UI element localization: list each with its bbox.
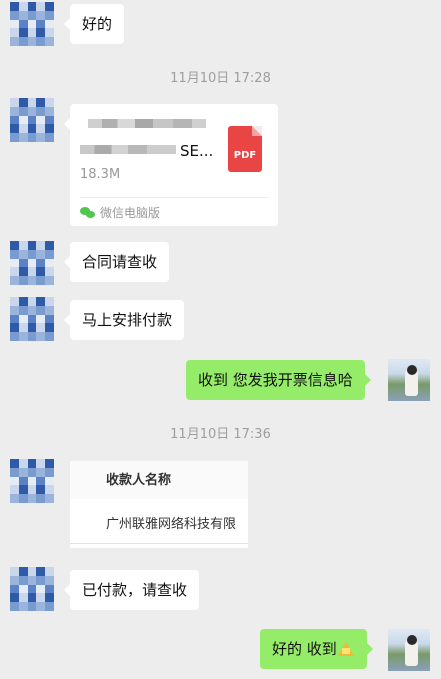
message-bubble[interactable]: 收到 您发我开票信息哈 bbox=[186, 360, 371, 400]
message-bubble[interactable]: 好的 收到 bbox=[260, 629, 373, 669]
my-avatar[interactable] bbox=[388, 359, 430, 401]
my-avatar[interactable] bbox=[388, 629, 430, 671]
message-text: 好的 bbox=[82, 15, 113, 33]
file-source-label: 微信电脑版 bbox=[100, 206, 161, 220]
divider bbox=[80, 197, 268, 198]
pdf-file-icon: PDF bbox=[228, 126, 262, 172]
file-type-label: PDF bbox=[233, 150, 257, 161]
table-cell: 广州联雅网络科技有限 bbox=[106, 517, 237, 532]
message-bubble[interactable]: 马上安排付款 bbox=[63, 300, 185, 340]
blurred-filename bbox=[88, 119, 206, 128]
wechat-icon bbox=[80, 206, 96, 219]
message-text: 好的 收到 bbox=[272, 640, 337, 658]
message-bubble[interactable]: 好的 bbox=[63, 4, 125, 44]
table-row: 收款人名称 bbox=[70, 461, 248, 499]
file-name: SE... bbox=[180, 142, 214, 160]
avatar-mosaic bbox=[10, 98, 54, 142]
contact-avatar[interactable] bbox=[10, 98, 54, 142]
message-text: 合同请查收 bbox=[82, 253, 158, 271]
table-header-cell: 收款人名称 bbox=[106, 473, 172, 488]
message-bubble[interactable]: 合同请查收 bbox=[63, 242, 170, 282]
file-message[interactable]: SE... 18.3M PDF 微信电脑版 bbox=[64, 104, 278, 226]
avatar-mosaic bbox=[10, 2, 54, 46]
avatar-mosaic bbox=[10, 567, 54, 611]
contact-avatar[interactable] bbox=[10, 459, 54, 503]
timestamp: 11月10日 17:28 bbox=[170, 71, 271, 86]
message-bubble[interactable]: 已付款，请查收 bbox=[63, 570, 200, 610]
message-text: 已付款，请查收 bbox=[82, 581, 188, 599]
contact-avatar[interactable] bbox=[10, 567, 54, 611]
file-size: 18.3M bbox=[80, 167, 121, 182]
timestamp: 11月10日 17:36 bbox=[170, 427, 271, 442]
file-source: 微信电脑版 bbox=[80, 204, 160, 221]
pray-emoji-icon bbox=[337, 642, 355, 656]
avatar-mosaic bbox=[10, 241, 54, 285]
contact-avatar[interactable] bbox=[10, 297, 54, 341]
blurred-filename bbox=[80, 145, 176, 154]
avatar-mosaic bbox=[10, 297, 54, 341]
message-text: 收到 您发我开票信息哈 bbox=[198, 371, 353, 389]
contact-avatar[interactable] bbox=[10, 2, 54, 46]
avatar-mosaic bbox=[10, 459, 54, 503]
image-message[interactable]: 收款人名称 广州联雅网络科技有限 bbox=[70, 461, 248, 548]
avatar-photo bbox=[388, 359, 430, 401]
message-text: 马上安排付款 bbox=[82, 311, 173, 329]
contact-avatar[interactable] bbox=[10, 241, 54, 285]
avatar-photo bbox=[388, 629, 430, 671]
